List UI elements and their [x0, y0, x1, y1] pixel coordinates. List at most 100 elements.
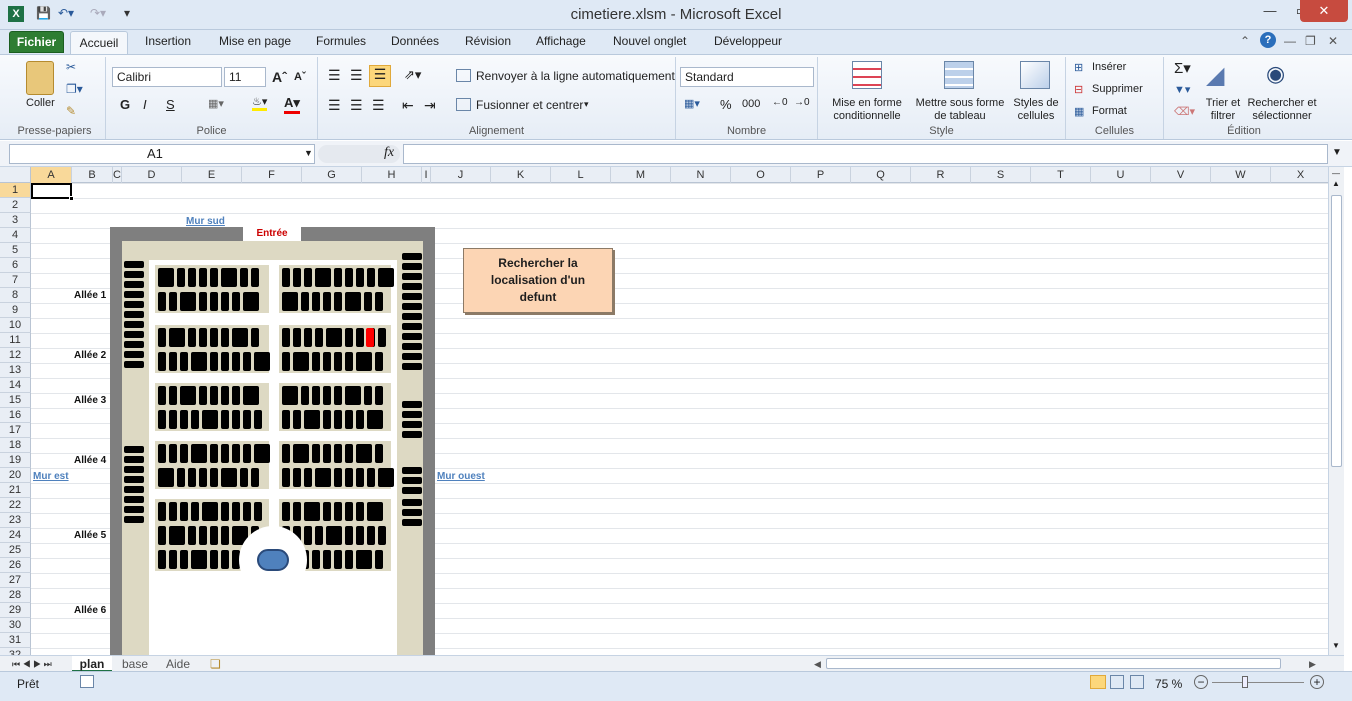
select-all-corner[interactable] — [0, 167, 31, 183]
grave-plot[interactable] — [364, 292, 372, 311]
number-format-select[interactable]: Standard — [680, 67, 814, 87]
grave-plot[interactable] — [188, 328, 196, 347]
collapse-ribbon-icon[interactable]: ⌃ — [1240, 34, 1250, 48]
grave-plot[interactable] — [221, 444, 229, 463]
row-header-16[interactable]: 16 — [0, 408, 31, 423]
grave-plot[interactable] — [312, 550, 320, 569]
grave-plot[interactable] — [180, 292, 196, 311]
grave-plot[interactable] — [282, 386, 298, 405]
column-header-b[interactable]: B — [72, 167, 113, 183]
grave-plot[interactable] — [304, 468, 312, 487]
grave-plot[interactable] — [232, 328, 248, 347]
row-header-19[interactable]: 19 — [0, 453, 31, 468]
zoom-slider-handle[interactable] — [1242, 676, 1248, 688]
wall-plot[interactable] — [402, 343, 422, 350]
grave-plot[interactable] — [375, 386, 383, 405]
grave-plot[interactable] — [367, 410, 383, 429]
row-header-1[interactable]: 1 — [0, 183, 31, 198]
cut-icon[interactable]: ✂ — [66, 60, 76, 74]
zoom-level[interactable]: 75 % — [1155, 677, 1182, 691]
grave-plot[interactable] — [356, 444, 372, 463]
expand-formula-icon[interactable]: ▼ — [1332, 147, 1342, 158]
borders-icon[interactable]: ▦▾ — [208, 97, 224, 110]
wrap-text-button[interactable]: Renvoyer à la ligne automatiquement — [476, 69, 675, 83]
wall-plot[interactable] — [402, 333, 422, 340]
grave-plot[interactable] — [293, 268, 301, 287]
grave-plot[interactable] — [210, 386, 218, 405]
tab-insertion[interactable]: Insertion — [145, 34, 191, 48]
column-header-p[interactable]: P — [791, 167, 851, 183]
row-header-9[interactable]: 9 — [0, 303, 31, 318]
wall-plot[interactable] — [402, 477, 422, 484]
grave-plot[interactable] — [375, 550, 383, 569]
close-button[interactable]: ✕ — [1300, 0, 1348, 22]
grave-plot[interactable] — [210, 328, 218, 347]
row-header-7[interactable]: 7 — [0, 273, 31, 288]
grave-plot[interactable] — [356, 502, 364, 521]
row-header-14[interactable]: 14 — [0, 378, 31, 393]
grave-plot[interactable] — [304, 410, 320, 429]
wall-plot[interactable] — [124, 506, 144, 513]
wall-plot[interactable] — [402, 303, 422, 310]
grave-plot[interactable] — [367, 268, 375, 287]
grave-plot[interactable] — [243, 292, 259, 311]
row-header-24[interactable]: 24 — [0, 528, 31, 543]
row-header-12[interactable]: 12 — [0, 348, 31, 363]
row-header-2[interactable]: 2 — [0, 198, 31, 213]
help-icon[interactable]: ? — [1260, 32, 1276, 48]
workbook-minimize-icon[interactable]: — — [1284, 34, 1296, 48]
decrease-indent-icon[interactable]: ⇤ — [402, 97, 414, 114]
column-header-j[interactable]: J — [431, 167, 491, 183]
fill-handle[interactable] — [69, 196, 74, 201]
grave-plot[interactable] — [282, 410, 290, 429]
grave-plot[interactable] — [345, 502, 353, 521]
grave-plot[interactable] — [232, 352, 240, 371]
grave-plot[interactable] — [364, 386, 372, 405]
grave-plot[interactable] — [169, 410, 177, 429]
row-header-25[interactable]: 25 — [0, 543, 31, 558]
align-middle-icon[interactable]: ☰ — [350, 67, 363, 84]
row-header-4[interactable]: 4 — [0, 228, 31, 243]
wall-plot[interactable] — [124, 476, 144, 483]
shrink-font-icon[interactable]: Aˇ — [294, 71, 306, 83]
grave-plot[interactable] — [202, 410, 218, 429]
row-header-11[interactable]: 11 — [0, 333, 31, 348]
grave-plot[interactable] — [243, 502, 251, 521]
page-layout-view-icon[interactable] — [1110, 675, 1124, 689]
west-wall-link[interactable]: Mur ouest — [437, 471, 485, 482]
format-button[interactable]: Format — [1092, 105, 1127, 117]
grave-plot[interactable] — [169, 328, 185, 347]
row-header-28[interactable]: 28 — [0, 588, 31, 603]
grave-plot[interactable] — [221, 328, 229, 347]
workbook-close-icon[interactable]: ✕ — [1328, 34, 1338, 48]
search-deceased-button[interactable]: Rechercher la localisation d'un defunt — [463, 248, 613, 313]
grave-plot[interactable] — [232, 292, 240, 311]
grave-plot[interactable] — [251, 328, 259, 347]
wall-plot[interactable] — [124, 261, 144, 268]
grave-plot[interactable] — [315, 328, 323, 347]
grave-plot[interactable] — [282, 468, 290, 487]
grave-plot[interactable] — [312, 352, 320, 371]
grave-plot[interactable] — [345, 444, 353, 463]
grave-plot[interactable] — [345, 550, 353, 569]
wrap-text-icon[interactable] — [456, 69, 471, 82]
wall-plot[interactable] — [402, 323, 422, 330]
row-header-8[interactable]: 8 — [0, 288, 31, 303]
underline-button[interactable]: S — [166, 97, 175, 112]
grave-plot[interactable] — [169, 386, 177, 405]
grave-plot[interactable] — [367, 526, 375, 545]
grow-font-icon[interactable]: Aˆ — [272, 69, 287, 85]
grave-plot[interactable] — [254, 352, 270, 371]
row-header-23[interactable]: 23 — [0, 513, 31, 528]
grave-plot[interactable] — [199, 468, 207, 487]
wall-plot[interactable] — [402, 509, 422, 516]
wall-plot[interactable] — [124, 321, 144, 328]
grave-plot[interactable] — [210, 550, 218, 569]
grave-plot[interactable] — [191, 444, 207, 463]
wall-plot[interactable] — [124, 466, 144, 473]
grave-plot[interactable] — [356, 468, 364, 487]
merge-icon[interactable] — [456, 98, 471, 111]
currency-icon[interactable]: ▦▾ — [684, 97, 700, 110]
split-box[interactable]: — — [1332, 169, 1340, 178]
column-header-f[interactable]: F — [242, 167, 302, 183]
